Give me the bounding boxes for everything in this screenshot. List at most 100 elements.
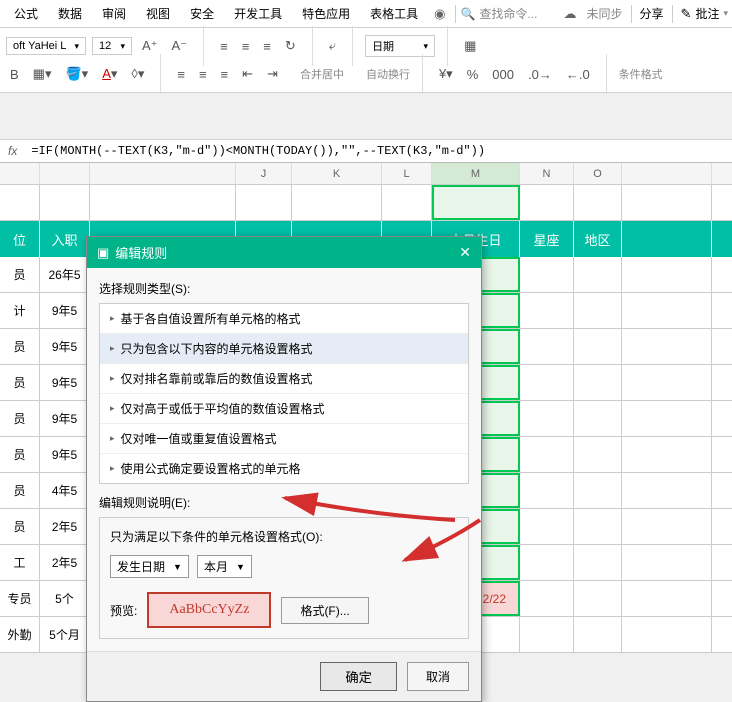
cell[interactable]: 计 xyxy=(0,293,40,328)
comment-icon[interactable]: ✎ xyxy=(681,6,692,22)
cell[interactable] xyxy=(622,617,712,652)
cell[interactable] xyxy=(520,437,574,472)
number-format-combo[interactable]: 日期▾ xyxy=(365,35,435,57)
rule-type-item[interactable]: ▸只为包含以下内容的单元格设置格式 xyxy=(100,334,468,364)
cell[interactable] xyxy=(520,365,574,400)
cell[interactable] xyxy=(622,293,712,328)
menu-review[interactable]: 审阅 xyxy=(92,1,136,26)
indent-inc-icon[interactable]: ⇥ xyxy=(263,64,282,84)
cell[interactable] xyxy=(520,329,574,364)
comma-icon[interactable]: 000 xyxy=(488,65,518,84)
cell[interactable] xyxy=(520,545,574,580)
cell[interactable]: 2年5 xyxy=(40,509,90,544)
cell[interactable] xyxy=(574,437,622,472)
rule-type-item[interactable]: ▸仅对唯一值或重复值设置格式 xyxy=(100,424,468,454)
col-header[interactable] xyxy=(90,163,236,184)
cell[interactable] xyxy=(574,581,622,616)
dec-dec-icon[interactable]: ←.0 xyxy=(562,65,594,84)
cell[interactable] xyxy=(622,329,712,364)
cell[interactable] xyxy=(520,509,574,544)
cond-format-icon[interactable]: ▦ xyxy=(460,36,480,56)
cell[interactable] xyxy=(622,437,712,472)
rule-type-item[interactable]: ▸使用公式确定要设置格式的单元格 xyxy=(100,454,468,483)
indent-dec-icon[interactable]: ⇤ xyxy=(238,64,257,84)
cell[interactable]: 26年5 xyxy=(40,257,90,292)
increase-font-icon[interactable]: A⁺ xyxy=(138,36,162,56)
cell[interactable]: 员 xyxy=(0,473,40,508)
cell[interactable] xyxy=(622,365,712,400)
condfmt-label[interactable]: 条件格式 xyxy=(619,66,663,82)
formula-input[interactable]: =IF(MONTH(--TEXT(K3,"m-d"))<MONTH(TODAY(… xyxy=(25,144,732,158)
rule-type-item[interactable]: ▸仅对排名靠前或靠后的数值设置格式 xyxy=(100,364,468,394)
cell[interactable] xyxy=(574,545,622,580)
cell[interactable] xyxy=(520,257,574,292)
cell[interactable]: 9年5 xyxy=(40,329,90,364)
highlight-icon[interactable]: ◊▾ xyxy=(127,64,148,84)
condition-type-dropdown[interactable]: 发生日期▼ xyxy=(110,555,189,578)
align-left-icon[interactable]: ≡ xyxy=(173,65,189,84)
align-bot-icon[interactable]: ≡ xyxy=(259,37,275,56)
currency-icon[interactable]: ¥▾ xyxy=(435,64,457,84)
cell[interactable] xyxy=(622,473,712,508)
ok-button[interactable]: 确定 xyxy=(320,662,397,691)
rule-type-item[interactable]: ▸基于各自值设置所有单元格的格式 xyxy=(100,304,468,334)
menu-featured[interactable]: 特色应用 xyxy=(292,1,360,26)
decrease-font-icon[interactable]: A⁻ xyxy=(168,36,192,56)
cell[interactable]: 外勤 xyxy=(0,617,40,652)
cell[interactable]: 9年5 xyxy=(40,401,90,436)
cell[interactable] xyxy=(520,473,574,508)
col-header-l[interactable]: L xyxy=(382,163,432,184)
font-size-combo[interactable]: 12▾ xyxy=(92,37,132,55)
col-header[interactable] xyxy=(40,163,90,184)
close-icon[interactable]: ✕ xyxy=(459,244,471,261)
cell[interactable] xyxy=(520,581,574,616)
cell[interactable]: 员 xyxy=(0,401,40,436)
col-header-m[interactable]: M xyxy=(432,163,520,184)
cancel-button[interactable]: 取消 xyxy=(407,662,469,691)
menu-safety[interactable]: 安全 xyxy=(180,1,224,26)
cell[interactable]: 工 xyxy=(0,545,40,580)
cell[interactable]: 9年5 xyxy=(40,365,90,400)
cell[interactable] xyxy=(574,329,622,364)
cell[interactable]: 员 xyxy=(0,437,40,472)
cell[interactable] xyxy=(520,401,574,436)
cell[interactable]: 4年5 xyxy=(40,473,90,508)
menu-formula[interactable]: 公式 xyxy=(4,1,48,26)
share-button[interactable]: 分享 xyxy=(640,5,664,22)
cell[interactable] xyxy=(622,581,712,616)
cell[interactable] xyxy=(574,473,622,508)
menu-devtools[interactable]: 开发工具 xyxy=(224,1,292,26)
cell[interactable] xyxy=(622,509,712,544)
border-icon[interactable]: ▦▾ xyxy=(29,64,56,84)
condition-value-dropdown[interactable]: 本月▼ xyxy=(197,555,252,578)
font-name-combo[interactable]: oft YaHei L▾ xyxy=(6,37,86,55)
cell[interactable]: 专员 xyxy=(0,581,40,616)
col-header-k[interactable]: K xyxy=(292,163,382,184)
cell[interactable] xyxy=(574,401,622,436)
menu-view[interactable]: 视图 xyxy=(136,1,180,26)
merge-label[interactable]: 合并居中 xyxy=(300,66,344,82)
cell[interactable] xyxy=(574,365,622,400)
col-header[interactable] xyxy=(0,163,40,184)
col-header-n[interactable]: N xyxy=(520,163,574,184)
rule-type-item[interactable]: ▸仅对高于或低于平均值的数值设置格式 xyxy=(100,394,468,424)
cell[interactable] xyxy=(574,257,622,292)
cell[interactable]: 5个 xyxy=(40,581,90,616)
sync-status[interactable]: 未同步 xyxy=(587,5,623,22)
font-color-icon[interactable]: A▾ xyxy=(98,64,121,84)
cell[interactable] xyxy=(622,545,712,580)
cell[interactable]: 员 xyxy=(0,257,40,292)
col-header-j[interactable]: J xyxy=(236,163,292,184)
cloud-icon[interactable]: ☁ xyxy=(558,4,583,24)
fill-color-icon[interactable]: 🪣▾ xyxy=(61,64,92,84)
menu-table-tools[interactable]: 表格工具 xyxy=(360,1,428,26)
cell[interactable]: 员 xyxy=(0,365,40,400)
format-button[interactable]: 格式(F)... xyxy=(281,597,368,624)
fx-icon[interactable]: fx xyxy=(0,144,25,158)
cell[interactable] xyxy=(622,401,712,436)
cell[interactable]: 员 xyxy=(0,509,40,544)
cell[interactable]: 员 xyxy=(0,329,40,364)
align-mid-icon[interactable]: ≡ xyxy=(238,37,254,56)
cell[interactable] xyxy=(574,293,622,328)
command-search[interactable]: 🔍 查找命令... xyxy=(460,5,537,22)
